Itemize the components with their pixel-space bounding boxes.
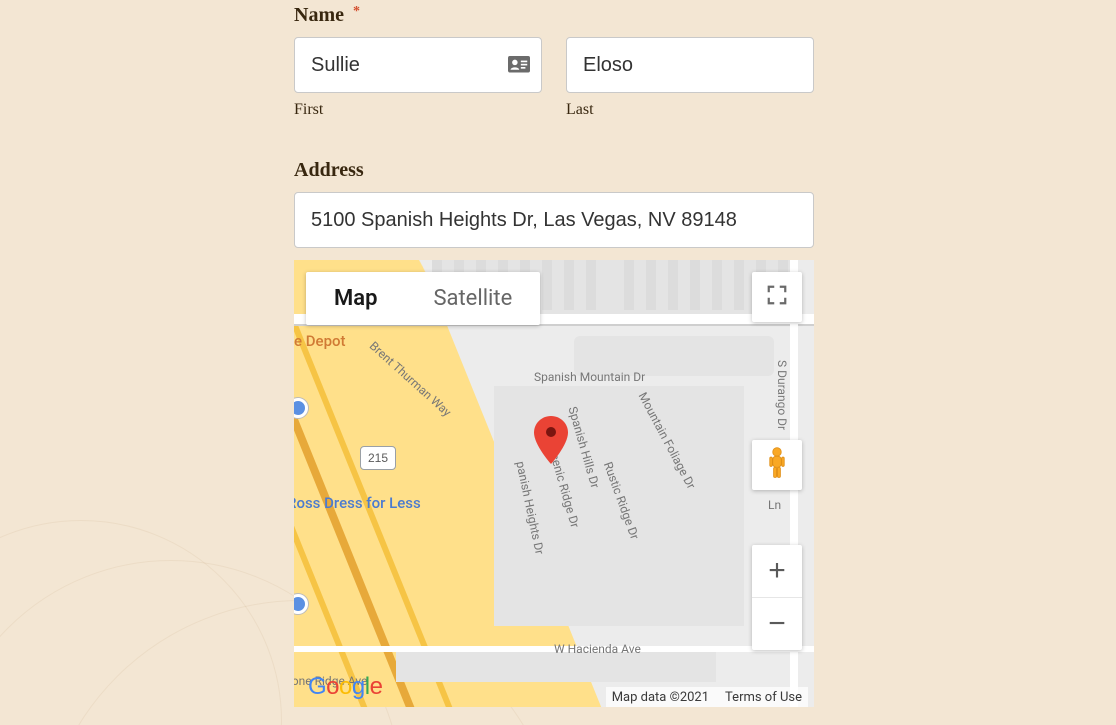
last-name-input[interactable] [566, 37, 814, 93]
google-logo-letter: G [308, 673, 326, 700]
highway-shield: 215 [360, 446, 396, 470]
name-label-text: Name [294, 4, 344, 26]
google-logo: Google [308, 673, 382, 701]
address-input[interactable] [294, 192, 814, 248]
pegman-button[interactable] [752, 440, 802, 490]
google-logo-letter: o [326, 673, 339, 700]
first-name-sublabel: First [294, 101, 542, 119]
first-name-input[interactable] [294, 37, 542, 93]
name-fields: First Last [294, 37, 814, 119]
poi-label: e Depot [294, 332, 346, 350]
map-type-control: Map Satellite [306, 272, 540, 325]
pegman-icon [763, 446, 791, 484]
fullscreen-icon [766, 284, 788, 310]
name-label: Name * [294, 4, 814, 27]
google-logo-letter: g [352, 673, 365, 700]
required-marker: * [353, 4, 360, 19]
fullscreen-button[interactable] [752, 272, 802, 322]
zoom-control: + − [752, 545, 802, 650]
poi-label: Ross Dress for Less [294, 494, 421, 512]
zoom-out-button[interactable]: − [752, 598, 802, 650]
map[interactable]: Brent Thurman Way Spanish Mountain Dr Sp… [294, 260, 814, 707]
map-data-text: Map data ©2021 [612, 690, 709, 705]
street-label: Spanish Mountain Dr [534, 370, 645, 384]
street-label: S Durango Dr [775, 360, 789, 430]
google-logo-letter: e [370, 673, 383, 700]
contact-card-icon [508, 56, 530, 74]
last-name-sublabel: Last [566, 101, 814, 119]
map-block [396, 652, 716, 682]
map-marker-icon[interactable] [534, 416, 568, 464]
street-label: W Hacienda Ave [554, 642, 641, 656]
address-label: Address [294, 159, 814, 182]
form: Name * [294, 4, 814, 707]
street-label: Ln [768, 498, 781, 512]
google-logo-letter: o [339, 673, 352, 700]
map-type-map[interactable]: Map [306, 272, 405, 325]
map-type-satellite[interactable]: Satellite [405, 272, 540, 325]
terms-link[interactable]: Terms of Use [725, 690, 802, 705]
zoom-in-button[interactable]: + [752, 545, 802, 597]
map-footer: Map data ©2021 Terms of Use [606, 687, 808, 707]
bg-contour [0, 520, 282, 725]
